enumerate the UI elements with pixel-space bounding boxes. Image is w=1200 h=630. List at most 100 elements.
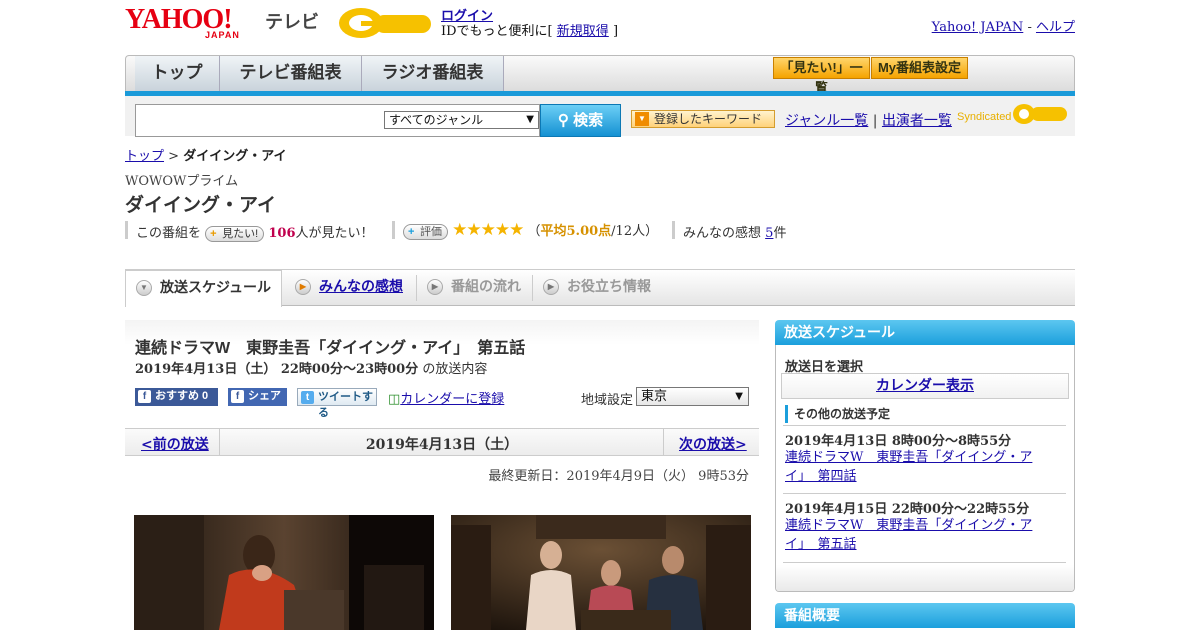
review-label: みんなの感想 [683,226,762,241]
page-title: ダイイング・アイ [125,195,277,216]
calendar-display-button[interactable]: カレンダー表示 [781,373,1069,399]
want-button-label: 見たい! [222,228,259,240]
want-suffix: 人が見たい！ [295,226,374,241]
stats-divider [392,221,395,239]
genre-select-value: すべてのジャンル [389,113,484,127]
calendar-register[interactable]: ◫カレンダーに登録 [388,388,504,407]
gguide-syndicated-logo [1013,104,1067,124]
search-icon: ⚲ [557,112,569,129]
plus-icon: + [210,228,217,240]
episode-photo[interactable] [451,515,751,630]
region-select-value: 東京 [641,389,668,404]
schedule-item-link[interactable]: 連続ドラマW 東野圭吾「ダイイング・アイ」 第四話 [785,448,1045,486]
divider [783,493,1066,494]
calendar-register-link[interactable]: カレンダーに登録 [400,392,504,407]
top-links: Yahoo! JAPAN - ヘルプ [932,16,1075,35]
tab-program-flow[interactable]: ▶ 番組の流れ [417,270,532,305]
twitter-icon: t [301,391,314,404]
play-icon: ▶ [427,279,443,295]
tab-program-flow-label: 番組の流れ [451,278,521,294]
pager-current-date: 2019年4月13日（土） [365,437,519,453]
schedule-item-link[interactable]: 連続ドラマW 東野圭吾「ダイイング・アイ」 第五話 [785,516,1045,554]
facebook-icon: f [138,390,151,403]
next-broadcast-link[interactable]: 次の放送> [679,434,747,454]
divider [783,425,1066,426]
chevron-down-icon: ▼ [735,391,743,402]
episode-photo-image [451,515,751,630]
want-count: 106 [268,226,296,241]
search-link-separator: | [872,113,878,129]
facebook-share-label: シェア [248,390,281,402]
tab-useful-info[interactable]: ▶ お役立ち情報 [533,270,668,305]
gguide-logo[interactable] [333,6,433,40]
want-list-button[interactable]: 「見たい!」一覧 [773,57,870,95]
region-select[interactable]: 東京 ▼ [636,387,749,406]
chevron-down-icon: ▼ [526,114,534,125]
nav-tab-tv-schedule[interactable]: テレビ番組表 [220,56,362,91]
episode-photo-image [134,515,434,630]
registered-keyword-label: 登録したキーワード [654,112,763,126]
tab-reviews[interactable]: ▶ みんなの感想 [285,270,415,305]
top-link-separator: - [1027,20,1032,35]
rating-stats: + 評価 ★★★★★ （平均5.00点/12人） [403,220,658,240]
tv-logo-text[interactable]: テレビ [265,8,319,34]
rating-average: 平均5.00点 [540,224,612,239]
breadcrumb-current: ダイイング・アイ [183,149,287,164]
stats-divider [125,221,128,239]
sidebar-footer [776,565,1074,591]
review-suffix: 件 [773,226,787,241]
episode-date-suffix: の放送内容 [422,362,488,377]
facebook-share-button[interactable]: f シェア [228,388,287,406]
facebook-recommend-button[interactable]: f おすすめ 0 [135,388,218,406]
play-icon: ▶ [543,279,559,295]
play-icon: ▶ [295,279,311,295]
episode-date: 2019年4月13日（土） 22時00分～23時00分 の放送内容 [135,358,487,377]
tab-reviews-label: みんなの感想 [319,278,403,294]
other-schedule-header: その他の放送予定 [785,405,890,423]
region-label: 地域設定 [581,393,634,408]
schedule-item-date: 2019年4月15日 22時00分～22時55分 [785,502,1030,517]
dropdown-icon: ▼ [635,112,649,126]
id-promo-suffix: ] [612,24,619,39]
id-promo-prefix: IDでもっと便利に[ [441,24,553,39]
rating-button-label: 評価 [420,226,442,238]
genre-select[interactable]: すべてのジャンル ▼ [384,111,539,129]
episode-title: 連続ドラマW 東野圭吾「ダイイング・アイ」 第五話 [135,340,526,357]
breadcrumb-separator: > [168,149,180,164]
genre-list-link[interactable]: ジャンル一覧 [785,113,868,129]
review-stats: みんなの感想 5件 [683,222,786,241]
yahoo-japan-link[interactable]: Yahoo! JAPAN [932,20,1024,35]
tab-schedule[interactable]: ▼ 放送スケジュール [125,270,282,307]
facebook-recommend-label: おすすめ 0 [155,390,209,402]
nav-tab-radio-schedule[interactable]: ラジオ番組表 [362,56,504,91]
sidebar-schedule-header: 放送スケジュール [775,320,1075,345]
syndicated-label: Syndicated [957,111,1012,123]
calendar-add-icon: ◫ [388,392,401,407]
help-link[interactable]: ヘルプ [1036,20,1075,35]
registered-keyword-button[interactable]: ▼ 登録したキーワード [631,110,775,128]
my-schedule-settings-button[interactable]: My番組表設定 [871,57,968,79]
rating-button[interactable]: + 評価 [403,224,448,240]
episode-date-value: 2019年4月13日（土） 22時00分～23時00分 [135,362,419,377]
schedule-item-date: 2019年4月13日 8時00分～8時55分 [785,434,1012,449]
divider [783,562,1066,563]
channel-name: WOWOWプライム [125,174,239,189]
want-prefix: この番組を [136,226,202,241]
want-button[interactable]: + 見たい! [205,226,265,242]
search-button-label: 検索 [573,112,604,129]
search-links: ジャンル一覧 | 出演者一覧 [785,110,952,130]
last-updated: 最終更新日：2019年4月9日（火） 9時53分 [488,469,749,484]
rating-count: /12人） [611,224,659,239]
breadcrumb: トップ > ダイイング・アイ [125,145,287,164]
id-promo: IDでもっと便利に[ 新規取得 ] [441,20,618,39]
rating-average-open: （ [527,224,541,239]
breadcrumb-top-link[interactable]: トップ [125,149,164,164]
search-button[interactable]: ⚲ 検索 [540,104,621,137]
cast-list-link[interactable]: 出演者一覧 [882,113,952,129]
episode-photo[interactable] [134,515,434,630]
nav-tab-top[interactable]: トップ [135,56,220,91]
tab-schedule-label: 放送スケジュール [160,279,272,295]
register-link[interactable]: 新規取得 [557,24,609,39]
tweet-button[interactable]: t ツイートする [297,388,377,419]
prev-broadcast-link[interactable]: <前の放送 [141,434,209,454]
